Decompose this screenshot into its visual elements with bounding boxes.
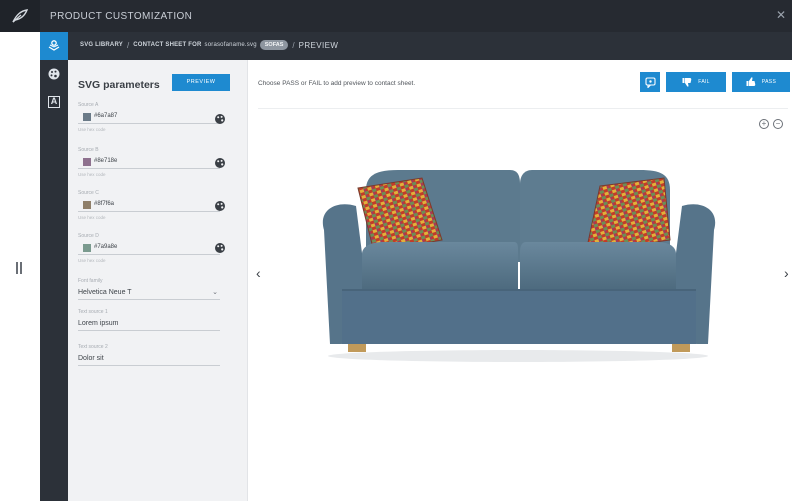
thumbs-down-icon: [682, 78, 692, 87]
text-field-label: Text source 2: [78, 344, 108, 350]
font-family-field: Font family Helvetica Neue T ⌄: [78, 278, 220, 300]
app-window: PRODUCT CUSTOMIZATION ✕ A SVG LIBRARY / …: [0, 0, 792, 501]
left-gutter: [0, 0, 40, 501]
color-help: Use hex code: [78, 215, 106, 220]
feather-icon: [12, 9, 29, 23]
zoom-in-icon[interactable]: +: [759, 119, 769, 129]
palette-icon[interactable]: [214, 200, 226, 212]
color-value: #6a7a87: [94, 113, 118, 119]
color-swatch: [83, 201, 91, 209]
palette-icon[interactable]: [214, 157, 226, 169]
fail-label: FAIL: [698, 79, 710, 85]
color-swatch: [83, 244, 91, 252]
comment-icon: [644, 76, 656, 88]
category-badge: SOFAS: [259, 40, 289, 50]
app-logo: [0, 0, 40, 32]
previous-arrow-icon[interactable]: ‹: [256, 266, 261, 280]
breadcrumb: SVG LIBRARY / CONTACT SHEET FOR sorasofa…: [68, 32, 792, 60]
breadcrumb-separator: /: [292, 40, 295, 50]
icon-rail: A: [40, 32, 68, 501]
color-help: Use hex code: [78, 127, 106, 132]
text-input-value: Lorem ipsum: [78, 320, 119, 327]
font-family-select[interactable]: Helvetica Neue T ⌄: [78, 287, 220, 300]
color-field-c: Source C #8f7f6a Use hex code: [78, 190, 220, 220]
text-field-label: Text source 1: [78, 309, 108, 315]
font-family-value: Helvetica Neue T: [78, 289, 132, 296]
text-input[interactable]: Dolor sit: [78, 353, 220, 366]
breadcrumb-library[interactable]: SVG LIBRARY: [80, 42, 123, 48]
color-field-a: Source A #6a7a87 Use hex code: [78, 102, 220, 132]
palette-icon[interactable]: [214, 113, 226, 125]
rail-item-layers[interactable]: [40, 32, 68, 60]
color-field-b: Source B #8e718e Use hex code: [78, 147, 220, 177]
zoom-out-icon[interactable]: −: [773, 119, 783, 129]
layers-icon: [48, 40, 60, 51]
palette-icon: [48, 68, 60, 80]
svg-parameters-panel: SVG parameters PREVIEW Source A #6a7a87 …: [68, 60, 248, 501]
color-value: #8f7f6a: [94, 201, 115, 207]
next-arrow-icon[interactable]: ›: [784, 266, 789, 280]
collapse-handle-icon[interactable]: [16, 262, 24, 274]
palette-icon[interactable]: [214, 242, 226, 254]
color-value: #7a9a8e: [94, 244, 118, 250]
font-family-label: Font family: [78, 278, 103, 284]
thumbs-up-icon: [746, 77, 756, 86]
close-icon[interactable]: ✕: [776, 8, 786, 22]
text-input-value: Dolor sit: [78, 355, 104, 362]
color-value: #8e718e: [94, 158, 118, 164]
color-field-label: Source B: [78, 147, 99, 153]
text-field-2: Text source 2 Dolor sit: [78, 344, 220, 366]
header-divider: [258, 108, 788, 109]
comment-button[interactable]: [640, 72, 660, 92]
rail-item-colors[interactable]: [40, 60, 68, 88]
chevron-down-icon: ⌄: [212, 289, 218, 296]
color-field-label: Source C: [78, 190, 99, 196]
color-input[interactable]: #8e718e: [78, 156, 220, 169]
pass-button[interactable]: PASS: [732, 72, 790, 92]
text-icon: A: [48, 96, 60, 108]
title-bar: PRODUCT CUSTOMIZATION ✕: [0, 0, 792, 32]
preview-button[interactable]: PREVIEW: [172, 74, 230, 91]
panel-title: SVG parameters: [78, 79, 160, 91]
color-help: Use hex code: [78, 258, 106, 263]
rail-item-text[interactable]: A: [40, 88, 68, 116]
color-swatch: [83, 158, 91, 166]
color-field-label: Source D: [78, 233, 99, 239]
breadcrumb-separator: /: [126, 40, 130, 50]
breadcrumb-current: PREVIEW: [298, 40, 339, 50]
color-field-label: Source A: [78, 102, 99, 108]
color-input[interactable]: #8f7f6a: [78, 199, 220, 212]
color-input[interactable]: #7a9a8e: [78, 242, 220, 255]
pass-label: PASS: [761, 79, 777, 85]
product-preview-image: [322, 170, 716, 362]
text-field-1: Text source 1 Lorem ipsum: [78, 309, 220, 331]
app-title: PRODUCT CUSTOMIZATION: [50, 11, 193, 22]
breadcrumb-file[interactable]: sorasofaname.svg: [205, 42, 257, 48]
fail-button[interactable]: FAIL: [666, 72, 726, 92]
color-swatch: [83, 113, 91, 121]
color-help: Use hex code: [78, 172, 106, 177]
instruction-text: Choose PASS or FAIL to add preview to co…: [258, 80, 416, 87]
breadcrumb-sheet[interactable]: CONTACT SHEET FOR: [133, 42, 201, 48]
text-input[interactable]: Lorem ipsum: [78, 318, 220, 331]
color-field-d: Source D #7a9a8e Use hex code: [78, 233, 220, 263]
color-input[interactable]: #6a7a87: [78, 111, 220, 124]
